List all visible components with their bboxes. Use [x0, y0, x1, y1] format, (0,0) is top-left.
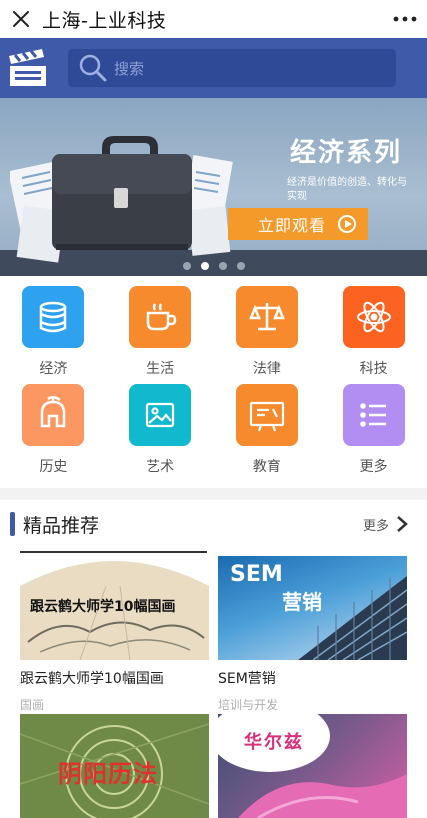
close-icon[interactable]: [2, 0, 40, 38]
banner-carousel[interactable]: 经济系列 经济是价值的创造、转化与实现 立即观看: [0, 98, 427, 276]
thumbnail-caption: 跟云鹤大师学10幅国画: [30, 599, 176, 615]
titlebar: 上海-上业科技: [0, 0, 427, 38]
category-history[interactable]: 历史: [0, 384, 107, 482]
header-bar: 搜索: [0, 38, 427, 98]
carousel-dot[interactable]: [182, 262, 191, 270]
course-title: SEM营销: [218, 671, 276, 687]
watch-now-label: 立即观看: [258, 216, 327, 235]
category-label: 法律: [252, 361, 281, 377]
more-dots-icon[interactable]: [383, 0, 427, 38]
featured-section-header: 精品推荐 更多: [0, 500, 427, 548]
course-category: 培训与开发: [218, 698, 279, 712]
category-tech[interactable]: 科技: [320, 286, 427, 384]
course-card[interactable]: SEM 营销 SEM营销 培训与开发: [218, 556, 407, 713]
course-card[interactable]: 华尔兹: [218, 714, 407, 818]
category-label: 教育: [252, 459, 281, 475]
category-label: 科技: [359, 361, 388, 377]
course-thumbnail: 华尔兹: [218, 714, 407, 818]
category-label: 更多: [359, 459, 388, 475]
category-life[interactable]: 生活: [107, 286, 214, 384]
section-gap: [0, 488, 427, 500]
category-label: 经济: [39, 361, 68, 377]
banner-title: 经济系列: [290, 138, 403, 168]
category-label: 艺术: [146, 459, 175, 475]
category-law[interactable]: 法律: [214, 286, 321, 384]
search-icon: [79, 54, 107, 82]
coffee-cup-icon: [129, 286, 192, 348]
play-icon: [338, 215, 356, 233]
chalkboard-icon: [235, 384, 298, 446]
carousel-dot[interactable]: [218, 262, 227, 270]
briefcase-illustration: [10, 136, 233, 263]
page-title: 上海-上业科技: [42, 9, 167, 32]
category-economy[interactable]: 经济: [0, 286, 107, 384]
watch-now-button[interactable]: 立即观看: [228, 208, 368, 240]
coins-icon: [22, 286, 85, 348]
course-thumbnail: 跟云鹤大师学10幅国画: [20, 556, 209, 660]
search-placeholder: 搜索: [114, 59, 145, 78]
course-category: 国画: [20, 698, 45, 712]
picture-icon: [129, 384, 192, 446]
course-thumbnail: SEM 营销: [218, 556, 407, 660]
section-more-link[interactable]: 更多: [363, 515, 389, 534]
thumbnail-caption-cn: 营销: [282, 590, 322, 614]
section-accent-bar: [10, 512, 15, 536]
category-education[interactable]: 教育: [214, 384, 321, 482]
helmet-icon: [22, 384, 85, 446]
category-more[interactable]: 更多: [320, 384, 427, 482]
card-divider: [218, 551, 405, 553]
scales-icon: [235, 286, 298, 348]
carousel-dot-active[interactable]: [200, 262, 209, 270]
course-title: 跟云鹤大师学10幅国画: [20, 671, 164, 687]
section-title: 精品推荐: [23, 514, 100, 537]
category-label: 历史: [39, 459, 68, 475]
course-card[interactable]: 阴阳历法: [20, 714, 209, 818]
category-grid: 经济 生活 法律 科技 历史 艺术 教育 更多: [0, 276, 427, 488]
card-divider: [20, 551, 207, 553]
course-card[interactable]: 跟云鹤大师学10幅国画 跟云鹤大师学10幅国画 国画: [20, 556, 209, 713]
banner-subtitle: 经济是价值的创造、转化与实现: [287, 177, 407, 202]
clapperboard-logo-icon[interactable]: [6, 46, 50, 90]
thumbnail-caption: 阴阳历法: [58, 760, 158, 788]
carousel-dot[interactable]: [236, 262, 245, 270]
list-icon: [342, 384, 405, 446]
chevron-right-icon[interactable]: [395, 514, 409, 534]
thumbnail-caption-en: SEM: [230, 562, 283, 587]
carousel-dots: [0, 262, 427, 270]
search-input[interactable]: 搜索: [68, 49, 396, 87]
category-label: 生活: [146, 361, 175, 377]
course-thumbnail: 阴阳历法: [20, 714, 209, 818]
category-art[interactable]: 艺术: [107, 384, 214, 482]
atom-icon: [342, 286, 405, 348]
thumbnail-caption: 华尔兹: [244, 732, 304, 753]
